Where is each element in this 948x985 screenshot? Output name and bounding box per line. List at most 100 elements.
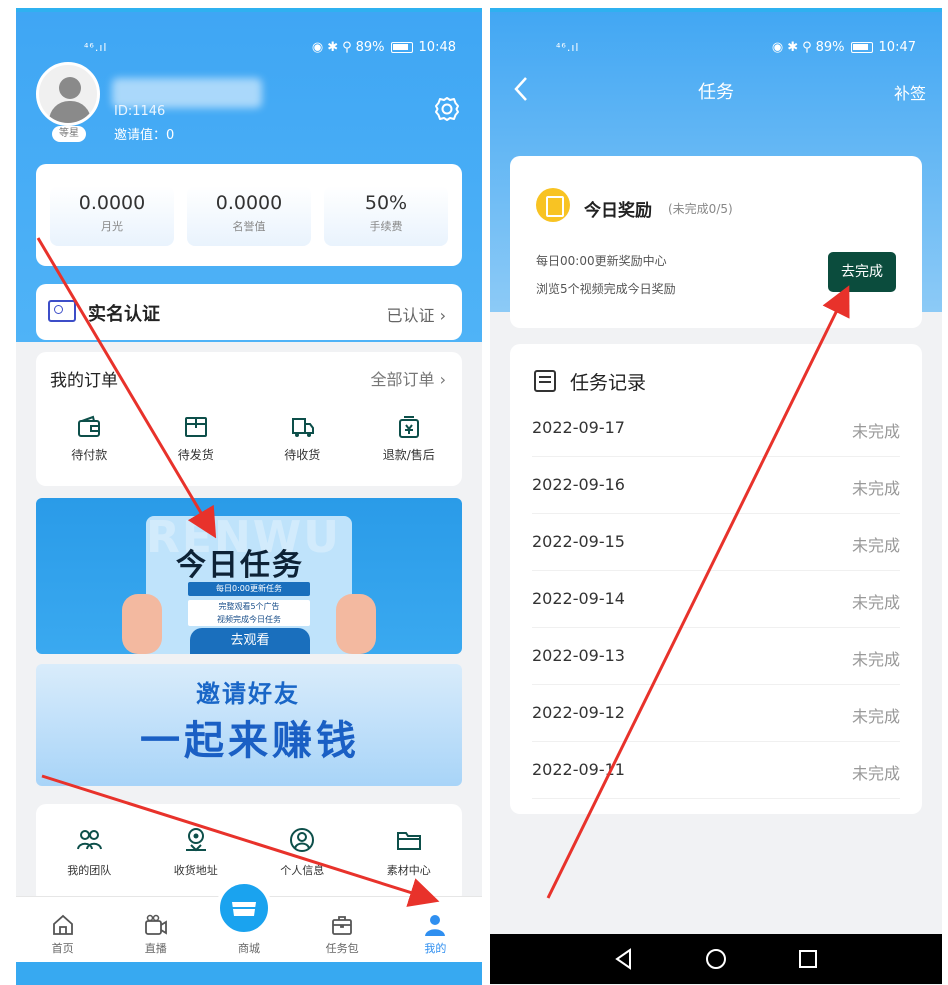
status-bar: ⁴⁶.ıl ◉ ✱ ⚲ 89% 10:48 <box>84 36 456 58</box>
daily-task-banner[interactable]: RENWU 今日任务 每日0:00更新任务 完整观看5个广告 视频完成今日任务 去… <box>36 498 462 654</box>
tool-label: 素材中心 <box>386 864 431 877</box>
all-orders-link[interactable]: 全部订单 › <box>370 366 446 390</box>
home-icon <box>52 914 73 935</box>
truck-icon <box>292 418 315 437</box>
record-status: 未完成 <box>851 422 900 441</box>
tool-my-team[interactable]: 我的团队 <box>44 826 134 878</box>
record-date: 2022-09-15 <box>532 532 625 551</box>
real-name-verify-row[interactable]: 实名认证 已认证 › <box>36 284 462 340</box>
eye-icon: ◉ <box>311 39 324 55</box>
status-time: 10:48 <box>418 39 456 55</box>
record-date: 2022-09-16 <box>532 475 625 494</box>
tab-home[interactable]: 首页 <box>23 913 103 956</box>
makeup-sign-button[interactable]: 补签 <box>894 80 926 104</box>
record-row[interactable]: 2022-09-16 未完成 <box>532 457 900 514</box>
record-date: 2022-09-11 <box>532 760 625 779</box>
record-row[interactable]: 2022-09-14 未完成 <box>532 571 900 628</box>
record-date: 2022-09-17 <box>532 418 625 437</box>
eye-icon: ◉ <box>771 39 784 55</box>
daily-reward-card: 今日奖励 (未完成0/5) 每日00:00更新奖励中心 浏览5个视频完成今日奖励… <box>510 156 922 328</box>
signal-icon: ⁴⁶.ıl <box>556 40 580 54</box>
banner-sub2-line1: 完整观看5个广告 <box>218 602 280 611</box>
tab-label: 我的 <box>424 942 447 955</box>
tab-label: 直播 <box>144 942 167 955</box>
watch-button[interactable]: 去观看 <box>190 628 310 654</box>
screenshot-canvas: ⁴⁶.ıl ◉ ✱ ⚲ 89% 10:48 等星 ID:1146 邀请值：0 0… <box>0 0 948 985</box>
hand-right-graphic <box>336 594 376 654</box>
reward-progress: (未完成0/5) <box>668 202 733 216</box>
record-row[interactable]: 2022-09-17 未完成 <box>532 400 900 457</box>
location-icon <box>185 828 206 852</box>
tools-row: 我的团队 收货地址 个人信息 素材中心 <box>36 826 462 878</box>
battery-percent: 89% <box>355 39 385 55</box>
tab-label: 首页 <box>51 942 74 955</box>
level-badge: 等星 <box>52 126 86 142</box>
order-label: 待发货 <box>177 448 214 462</box>
invite-value: 邀请值：0 <box>114 124 174 143</box>
avatar-head-shape <box>59 77 81 99</box>
tool-label: 个人信息 <box>280 864 325 877</box>
nav-recents-icon[interactable] <box>795 946 821 972</box>
tab-task-pack[interactable]: 任务包 <box>302 913 382 956</box>
profile-screen: ⁴⁶.ıl ◉ ✱ ⚲ 89% 10:48 等星 ID:1146 邀请值：0 0… <box>16 8 482 985</box>
record-row[interactable]: 2022-09-12 未完成 <box>532 685 900 742</box>
invite-line2: 一起来赚钱 <box>140 718 360 764</box>
status-time: 10:47 <box>878 39 916 55</box>
invite-label: 邀请值： <box>114 128 167 143</box>
order-status-row: 待付款 待发货 待收货 退款/售后 <box>36 414 462 463</box>
tool-material-center[interactable]: 素材中心 <box>364 826 454 878</box>
go-complete-button[interactable]: 去完成 <box>828 252 896 292</box>
id-card-icon <box>48 300 76 322</box>
record-status: 未完成 <box>851 764 900 783</box>
nav-home-icon[interactable] <box>703 946 729 972</box>
shop-center-button[interactable] <box>216 880 272 936</box>
reward-desc-2: 浏览5个视频完成今日奖励 <box>536 282 676 296</box>
reward-desc-1: 每日00:00更新奖励中心 <box>536 254 667 268</box>
order-pending-payment[interactable]: 待付款 <box>44 414 134 463</box>
bluetooth-icon: ✱ <box>327 39 339 55</box>
stat-label: 月光 <box>101 220 123 233</box>
stat-reputation[interactable]: 0.0000 名誉值 <box>187 186 311 246</box>
nav-back-icon[interactable] <box>611 946 637 972</box>
order-pending-shipment[interactable]: 待发货 <box>151 414 241 463</box>
record-status: 未完成 <box>851 593 900 612</box>
banner-sub2-line2: 视频完成今日任务 <box>217 615 281 624</box>
record-date: 2022-09-14 <box>532 589 625 608</box>
tool-personal-info[interactable]: 个人信息 <box>257 826 347 878</box>
tool-address[interactable]: 收货地址 <box>151 826 241 878</box>
user-icon <box>290 828 315 852</box>
hand-left-graphic <box>122 594 162 654</box>
battery-icon <box>850 41 873 53</box>
battery-percent: 89% <box>815 39 845 55</box>
record-row[interactable]: 2022-09-13 未完成 <box>532 628 900 685</box>
order-pending-receipt[interactable]: 待收货 <box>257 414 347 463</box>
records-title: 任务记录 <box>570 372 647 394</box>
gear-icon[interactable] <box>434 96 460 122</box>
reward-title: 今日奖励 <box>584 201 652 221</box>
tab-mine[interactable]: 我的 <box>395 913 475 956</box>
stat-value: 50% <box>364 192 408 214</box>
stat-moonlight[interactable]: 0.0000 月光 <box>50 186 174 246</box>
record-row[interactable]: 2022-09-15 未完成 <box>532 514 900 571</box>
chevron-right-icon: › <box>439 306 446 325</box>
battery-icon <box>390 41 413 53</box>
record-date: 2022-09-12 <box>532 703 625 722</box>
box-icon <box>184 417 207 437</box>
invite-friends-banner[interactable]: 邀请好友 一起来赚钱 <box>36 664 462 786</box>
location-pin-icon: ⚲ <box>802 39 812 55</box>
video-icon <box>144 914 167 935</box>
avatar[interactable] <box>36 62 100 126</box>
folder-icon <box>396 832 421 850</box>
briefcase-icon <box>332 916 353 935</box>
task-records-card: 任务记录 2022-09-17 未完成 2022-09-16 未完成 2022-… <box>510 344 922 814</box>
location-pin-icon: ⚲ <box>342 39 352 55</box>
invite-line1: 邀请好友 <box>196 680 300 708</box>
tab-live[interactable]: 直播 <box>116 913 196 956</box>
user-id: ID:1146 <box>114 104 166 119</box>
record-row[interactable]: 2022-09-11 未完成 <box>532 742 900 799</box>
all-orders-label: 全部订单 <box>370 370 435 389</box>
stat-fee[interactable]: 50% 手续费 <box>324 186 448 246</box>
refund-icon <box>398 416 419 438</box>
record-status: 未完成 <box>851 650 900 669</box>
order-refund[interactable]: 退款/售后 <box>364 414 454 463</box>
